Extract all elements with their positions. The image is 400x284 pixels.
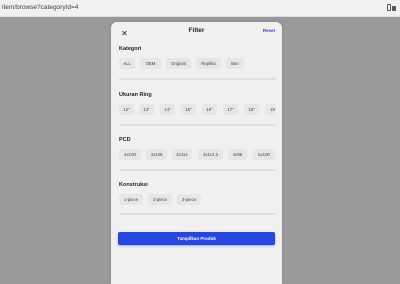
chip-kategori-original[interactable]: Original: [166, 58, 191, 69]
chip-ring-15[interactable]: 15": [181, 104, 196, 115]
chip-ring-18[interactable]: 18": [244, 104, 259, 115]
chip-group-kategori: ALL OEM Original Replika Ban: [119, 58, 276, 69]
section-label-ukuran-ring: Ukuran Ring: [119, 92, 152, 98]
chip-pcd-4x114[interactable]: 4x114: [172, 149, 192, 160]
chip-pcd-4x108[interactable]: 4x108: [146, 149, 167, 160]
chip-kategori-ban[interactable]: Ban: [226, 58, 244, 69]
divider: [119, 78, 276, 80]
chip-group-konstruksi: 1-piece 2-piece 3-piece: [119, 194, 276, 205]
section-label-kategori: Kategori: [119, 46, 142, 52]
modal-title: Filter: [188, 27, 205, 34]
show-products-button[interactable]: Tampilkan Produk: [118, 232, 275, 245]
chip-pcd-4x114-3[interactable]: 4x114.3: [198, 149, 223, 160]
chip-ring-14[interactable]: 14": [160, 104, 175, 115]
divider: [119, 169, 276, 171]
chip-kategori-oem[interactable]: OEM: [140, 58, 161, 69]
url-text[interactable]: item/browse?categoryId=4: [2, 4, 78, 11]
chip-ring-12[interactable]: 12": [119, 104, 134, 115]
filter-modal: ✕ Filter Reset Kategori ALL OEM Original…: [111, 22, 282, 284]
chip-ring-16[interactable]: 16": [202, 104, 217, 115]
section-label-pcd: PCD: [119, 137, 131, 143]
divider: [119, 213, 276, 215]
section-kategori: Kategori ALL OEM Original Replika Ban: [119, 46, 276, 69]
chip-konstruksi-3-piece[interactable]: 3-piece: [177, 194, 201, 205]
chip-pcd-4x100[interactable]: 4x100: [119, 149, 141, 160]
chip-ring-19[interactable]: 19: [265, 104, 276, 115]
chip-kategori-replika[interactable]: Replika: [196, 58, 221, 69]
section-konstruksi: Konstruksi 1-piece 2-piece 3-piece: [119, 182, 276, 205]
chip-group-pcd: 4x100 4x108 4x114 4x114.3 4x98 5x100: [119, 149, 276, 160]
extension-icon[interactable]: [387, 3, 397, 13]
chip-konstruksi-2-piece[interactable]: 2-piece: [148, 194, 172, 205]
browser-address-bar[interactable]: item/browse?categoryId=4: [0, 0, 400, 17]
chip-group-ukuran-ring: 12" 13" 14" 15" 16" 17" 18" 19: [119, 104, 276, 115]
divider: [119, 124, 276, 126]
chip-ring-17[interactable]: 17": [223, 104, 238, 115]
chip-kategori-all[interactable]: ALL: [119, 58, 135, 69]
section-label-konstruksi: Konstruksi: [119, 182, 148, 188]
section-ukuran-ring: Ukuran Ring 12" 13" 14" 15" 16" 17" 18" …: [119, 92, 276, 115]
section-pcd: PCD 4x100 4x108 4x114 4x114.3 4x98 5x100: [119, 137, 276, 160]
chip-konstruksi-1-piece[interactable]: 1-piece: [119, 194, 143, 205]
chip-pcd-4x98[interactable]: 4x98: [228, 149, 247, 160]
reset-button[interactable]: Reset: [263, 28, 275, 33]
chip-ring-13[interactable]: 13": [139, 104, 154, 115]
chip-pcd-5x100[interactable]: 5x100: [253, 149, 275, 160]
